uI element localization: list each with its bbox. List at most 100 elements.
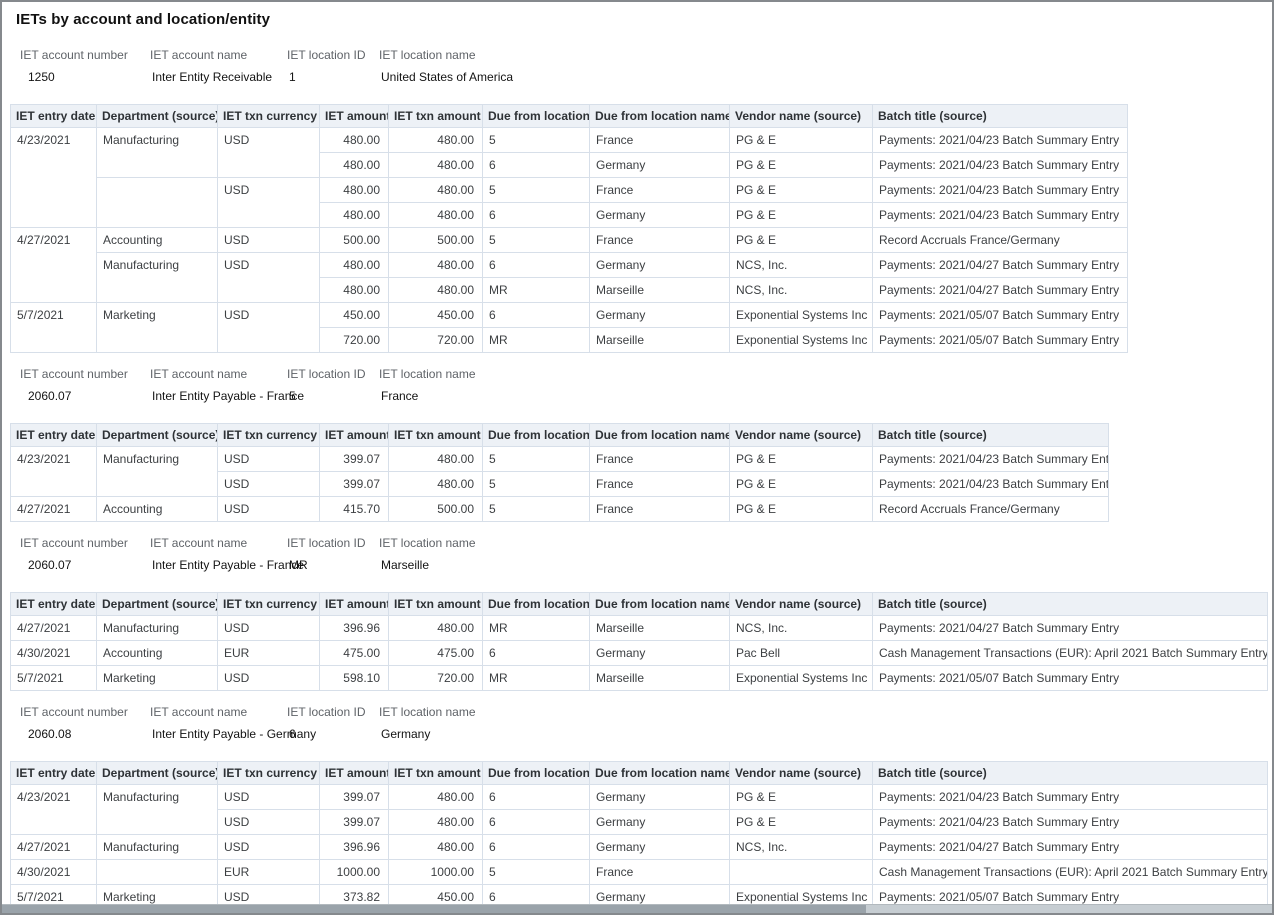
column-header: IET txn amount — [389, 762, 483, 785]
table-cell: EUR — [218, 860, 320, 885]
table-cell: PG & E — [730, 472, 873, 497]
table-row: 4/30/2021EUR1000.001000.005FranceCash Ma… — [11, 860, 1268, 885]
account-number-value: 2060.07 — [20, 385, 150, 407]
table-row: 4/23/2021ManufacturingUSD480.00480.005Fr… — [11, 128, 1128, 153]
horizontal-scrollbar[interactable] — [2, 904, 1272, 913]
table-cell: 480.00 — [389, 203, 483, 228]
table-cell: Payments: 2021/04/23 Batch Summary Entry — [873, 472, 1109, 497]
table-cell: 399.07 — [320, 785, 389, 810]
table-cell: NCS, Inc. — [730, 278, 873, 303]
table-cell: 6 — [483, 203, 590, 228]
account-header: IET account number 2060.08 IET account n… — [20, 701, 1272, 745]
table-cell: 480.00 — [389, 253, 483, 278]
table-cell: 480.00 — [389, 472, 483, 497]
table-row: 4/23/2021ManufacturingUSD399.07480.006Ge… — [11, 785, 1268, 810]
table-cell: PG & E — [730, 810, 873, 835]
table-header-row: IET entry dateDepartment (source)IET txn… — [11, 424, 1109, 447]
table-row: 4/27/2021AccountingUSD500.00500.005Franc… — [11, 228, 1128, 253]
table-cell: Payments: 2021/04/27 Batch Summary Entry — [873, 253, 1128, 278]
table-cell: NCS, Inc. — [730, 253, 873, 278]
table-cell: Payments: 2021/04/23 Batch Summary Entry — [873, 785, 1268, 810]
table-row: 4/30/2021AccountingEUR475.00475.006Germa… — [11, 641, 1268, 666]
table-cell: 480.00 — [320, 203, 389, 228]
table-cell: Payments: 2021/04/27 Batch Summary Entry — [873, 278, 1128, 303]
table-cell: 1000.00 — [320, 860, 389, 885]
table-cell: 4/27/2021 — [11, 228, 97, 303]
table-cell: Manufacturing — [97, 128, 218, 178]
table-cell: 480.00 — [389, 178, 483, 203]
table-cell: Marseille — [590, 666, 730, 691]
table-cell: Marseille — [590, 328, 730, 353]
table-cell: Exponential Systems Inc — [730, 328, 873, 353]
table-cell: 720.00 — [389, 328, 483, 353]
table-cell: USD — [218, 253, 320, 303]
location-name-value: Germany — [379, 723, 1272, 745]
table-cell: Payments: 2021/04/23 Batch Summary Entry — [873, 810, 1268, 835]
table-cell: 480.00 — [320, 128, 389, 153]
account-name-label: IET account name — [150, 363, 287, 385]
table-cell: 396.96 — [320, 835, 389, 860]
table-cell: 500.00 — [389, 497, 483, 522]
column-header: Department (source) — [97, 424, 218, 447]
table-cell: 6 — [483, 810, 590, 835]
table-cell: 5 — [483, 447, 590, 472]
table-cell: PG & E — [730, 178, 873, 203]
table-row: USD480.00480.005FrancePG & EPayments: 20… — [11, 178, 1128, 203]
column-header: IET txn amount — [389, 105, 483, 128]
table-cell: France — [590, 228, 730, 253]
table-cell: Payments: 2021/04/23 Batch Summary Entry — [873, 153, 1128, 178]
table-cell: 4/23/2021 — [11, 447, 97, 497]
column-header: IET entry date — [11, 105, 97, 128]
table-cell: Exponential Systems Inc — [730, 666, 873, 691]
table-cell: 480.00 — [389, 278, 483, 303]
table-cell: France — [590, 447, 730, 472]
table-cell: Payments: 2021/04/27 Batch Summary Entry — [873, 616, 1268, 641]
table-cell: Manufacturing — [97, 616, 218, 641]
table-cell: France — [590, 472, 730, 497]
table-cell: 6 — [483, 835, 590, 860]
column-header: Due from location name — [590, 593, 730, 616]
column-header: Due from location name — [590, 762, 730, 785]
table-cell: USD — [218, 785, 320, 810]
table-cell: PG & E — [730, 228, 873, 253]
column-header: IET txn amount — [389, 424, 483, 447]
table-cell: 4/27/2021 — [11, 616, 97, 641]
iet-table: IET entry dateDepartment (source) IET txn… — [10, 104, 1128, 353]
location-id-value: 1 — [287, 66, 379, 88]
table-cell: 4/23/2021 — [11, 128, 97, 228]
table-cell: 5 — [483, 497, 590, 522]
table-cell: Germany — [590, 785, 730, 810]
table-cell: USD — [218, 447, 320, 472]
horizontal-scrollbar-thumb[interactable] — [2, 905, 866, 913]
column-header: Department (source) — [97, 105, 218, 128]
table-cell: Marketing — [97, 666, 218, 691]
table-cell: NCS, Inc. — [730, 835, 873, 860]
table-cell: 450.00 — [389, 303, 483, 328]
table-cell: 5/7/2021 — [11, 666, 97, 691]
table-cell: Payments: 2021/05/07 Batch Summary Entry — [873, 303, 1128, 328]
table-cell: PG & E — [730, 497, 873, 522]
table-cell: 480.00 — [389, 616, 483, 641]
column-header: IET txn currency — [218, 424, 320, 447]
table-cell: MR — [483, 278, 590, 303]
table-header-row: IET entry dateDepartment (source)IET txn… — [11, 593, 1268, 616]
table-cell: 720.00 — [389, 666, 483, 691]
table-cell: 6 — [483, 153, 590, 178]
table-cell: 480.00 — [389, 835, 483, 860]
location-name-label: IET location name — [379, 363, 1272, 385]
column-header: Vendor name (source) — [730, 424, 873, 447]
table-cell: France — [590, 860, 730, 885]
account-name-value: Inter Entity Payable - France — [150, 554, 287, 576]
table-cell: 480.00 — [320, 253, 389, 278]
table-header-row: IET entry dateDepartment (source) IET txn… — [11, 105, 1128, 128]
table-cell: MR — [483, 666, 590, 691]
table-cell: Payments: 2021/04/23 Batch Summary Entry — [873, 447, 1109, 472]
column-header: Due from location — [483, 424, 590, 447]
table-cell: Payments: 2021/05/07 Batch Summary Entry — [873, 328, 1128, 353]
table-row: 5/7/2021MarketingUSD450.00450.006Germany… — [11, 303, 1128, 328]
location-id-label: IET location ID — [287, 532, 379, 554]
column-header: IET amount — [320, 105, 389, 128]
table-cell: 500.00 — [320, 228, 389, 253]
table-cell: Accounting — [97, 228, 218, 253]
table-cell: 399.07 — [320, 472, 389, 497]
